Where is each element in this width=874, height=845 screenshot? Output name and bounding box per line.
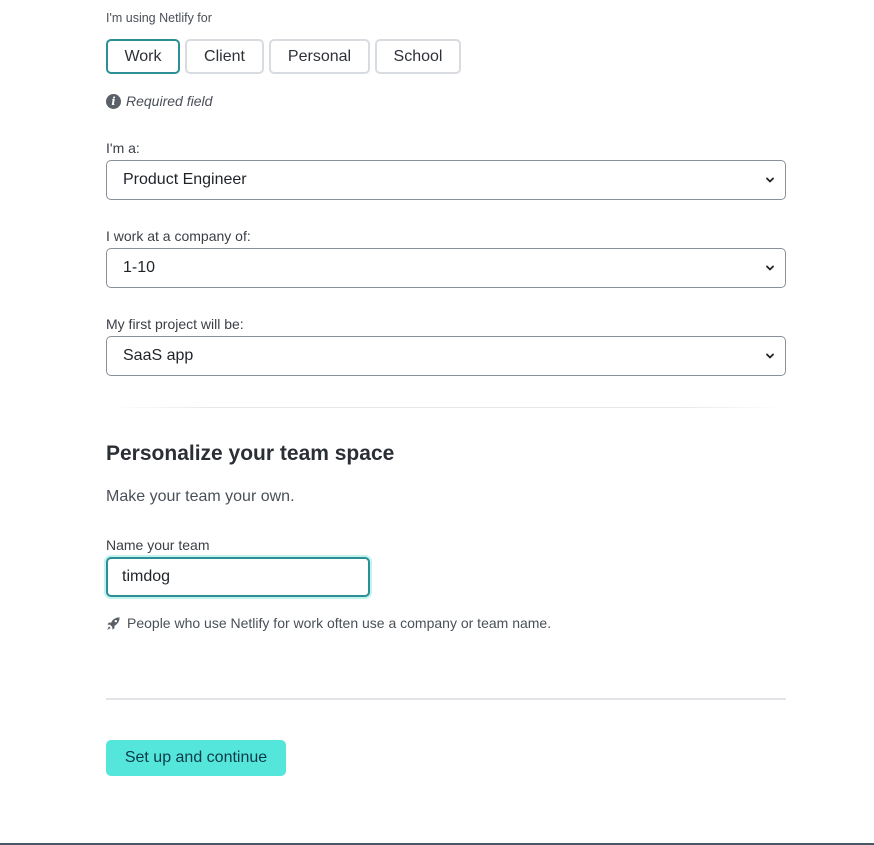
info-icon: i [106,93,121,109]
team-name-label: Name your team [106,537,210,553]
usage-option-school[interactable]: School [375,39,461,74]
first-project-label: My first project will be: [106,316,244,332]
usage-label: I'm using Netlify for [106,11,212,25]
setup-continue-button[interactable]: Set up and continue [106,740,286,776]
company-size-select[interactable]: 1-10 [106,248,786,288]
team-name-input[interactable]: timdog [106,557,370,597]
usage-option-client[interactable]: Client [185,39,264,74]
first-project-select[interactable]: SaaS app [106,336,786,376]
role-value: Product Engineer [123,171,247,188]
usage-option-personal[interactable]: Personal [269,39,370,74]
chevron-down-icon [766,265,774,271]
role-select[interactable]: Product Engineer [106,160,786,200]
usage-option-work[interactable]: Work [106,39,180,74]
role-label: I'm a: [106,140,140,156]
chevron-down-icon [766,177,774,183]
team-subtitle: Make your team your own. [106,488,295,505]
required-text: Required field [126,93,213,109]
required-note: i Required field [106,93,212,109]
team-name-value: timdog [122,568,171,585]
onboarding-form: I'm using Netlify for Work Client Person… [0,0,874,845]
team-heading: Personalize your team space [106,442,395,465]
first-project-value: SaaS app [123,347,194,364]
company-size-value: 1-10 [123,259,156,276]
footer-divider [106,698,786,700]
team-name-hint: People who use Netlify for work often us… [106,615,551,631]
rocket-icon [107,616,120,630]
team-name-hint-text: People who use Netlify for work often us… [127,615,552,631]
usage-options: Work Client Personal School [106,39,461,74]
chevron-down-icon [766,353,774,359]
section-divider [110,407,782,408]
company-size-label: I work at a company of: [106,228,251,244]
